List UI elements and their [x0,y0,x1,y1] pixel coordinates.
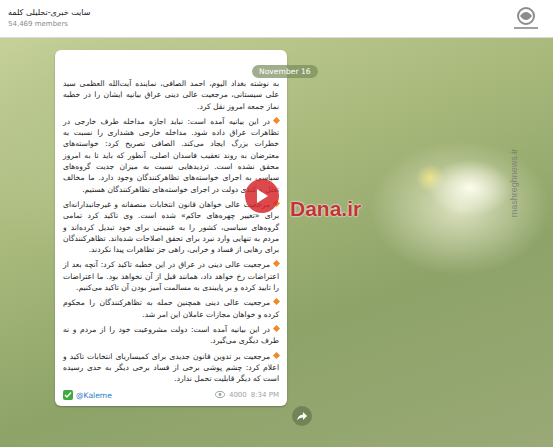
signature[interactable]: @Kaleme [63,390,112,400]
member-count: 54,469 members [8,19,545,30]
paragraph-text: در این بیانیه آمده است: دولت مشروعیت خود… [63,325,279,345]
message-meta: 4000 8:34 PM [215,391,279,400]
check-icon [63,390,73,400]
message-paragraph: مرجعیت عالی خواهان قانون انتخابات منصفان… [63,199,279,255]
side-watermark: mashreghnews.ir [509,149,519,218]
paragraph-text: مرجعیت عالی دینی در عراق در این خطبه تاک… [63,260,279,292]
play-icon[interactable] [245,179,279,213]
channel-header[interactable]: سایت خبری-تحلیلی کلمه54,469 members [0,0,553,38]
view-count: 4000 [229,391,247,399]
diamond-bullet-icon [273,260,280,267]
share-icon[interactable] [292,406,312,426]
date-badge: November 16 [252,65,318,78]
paragraph-text: به نوشته بغداد الیوم، احمد الصافی، نماین… [63,79,279,111]
channel-title[interactable]: سایت خبری-تحلیلی کلمه [8,7,545,19]
diamond-bullet-icon [273,117,280,124]
message-time: 8:34 PM [251,391,279,399]
signature-link[interactable]: @Kaleme [76,391,112,400]
message-paragraph: به نوشته بغداد الیوم، احمد الصافی، نماین… [63,78,279,112]
paragraph-text: مرجعیت بر تدوین قانون جدیدی برای کمیساری… [63,352,279,384]
message-card: به نوشته بغداد الیوم، احمد الصافی، نماین… [55,50,287,406]
diamond-bullet-icon [273,298,280,305]
video-watermark: Dana.ir [290,197,361,221]
diamond-bullet-icon [273,351,280,358]
eye-icon [215,391,225,400]
message-paragraph: در این بیانیه آمده است: دولت مشروعیت خود… [63,324,279,347]
diamond-bullet-icon [273,325,280,332]
chat-background: به نوشته بغداد الیوم، احمد الصافی، نماین… [0,38,553,447]
mashregh-logo-icon [508,6,544,32]
paragraph-text: مرجعیت عالی دینی همچنین حمله به تظاهرکنن… [63,298,279,318]
message-paragraph: در این بیانیه آمده است: نباید اجازه مداخ… [63,116,279,195]
message-footer: @Kaleme 4000 8:34 PM [63,389,279,401]
message-paragraph: مرجعیت عالی دینی در عراق در این خطبه تاک… [63,259,279,293]
paragraph-text: مرجعیت عالی خواهان قانون انتخابات منصفان… [63,200,279,254]
message-paragraph: مرجعیت عالی دینی همچنین حمله به تظاهرکنن… [63,297,279,320]
message-body: به نوشته بغداد الیوم، احمد الصافی، نماین… [63,78,279,384]
paragraph-text: در این بیانیه آمده است: نباید اجازه مداخ… [63,117,279,194]
message-paragraph: مرجعیت بر تدوین قانون جدیدی برای کمیساری… [63,351,279,385]
